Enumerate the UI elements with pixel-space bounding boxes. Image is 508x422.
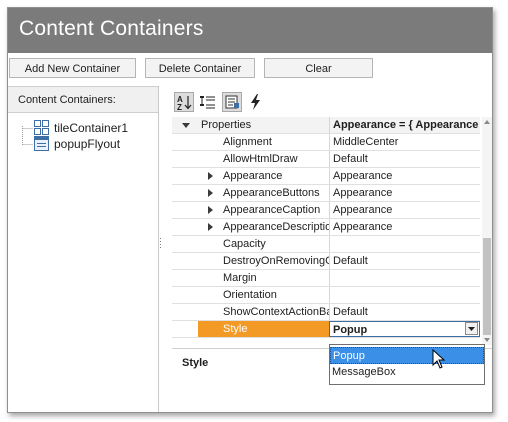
chevron-down-icon: [468, 327, 475, 331]
delete-container-button[interactable]: Delete Container: [145, 58, 255, 78]
title-bar: Content Containers: [8, 8, 492, 53]
row-gutter: [172, 134, 198, 150]
property-value[interactable]: Default: [329, 151, 480, 167]
property-value[interactable]: [329, 287, 480, 303]
header-gutter: [172, 117, 198, 133]
row-gutter: [172, 304, 198, 320]
property-row[interactable]: ShowContextActionBar Default: [172, 304, 480, 321]
events-icon[interactable]: [246, 92, 266, 112]
property-name: Capacity: [223, 238, 266, 250]
property-value[interactable]: MiddleCenter: [329, 134, 480, 150]
dropdown-button[interactable]: [465, 322, 478, 335]
splitter-grip[interactable]: [159, 238, 162, 250]
row-gutter: [172, 236, 198, 252]
app-window: Content Containers Add New Container Del…: [7, 7, 493, 413]
property-value[interactable]: Default: [329, 304, 480, 320]
top-toolbar: Add New Container Delete Container Clear: [8, 53, 492, 87]
property-row[interactable]: AllowHtmlDraw Default: [172, 151, 480, 168]
row-gutter: [172, 168, 198, 184]
property-grid-scrollbar[interactable]: [482, 117, 492, 345]
property-value[interactable]: Popup: [329, 321, 480, 337]
property-row[interactable]: Orientation: [172, 287, 480, 304]
tree-item-label: popupFlyout: [54, 137, 121, 151]
property-row[interactable]: Style Popup: [172, 321, 480, 338]
tree-item-label: tileContainer1: [54, 121, 129, 135]
property-row[interactable]: Appearance Appearance: [172, 168, 480, 185]
window-title: Content Containers: [19, 17, 204, 40]
row-gutter: [172, 270, 198, 286]
property-row[interactable]: AppearanceDescription Appearance: [172, 219, 480, 236]
property-grid-header: Properties Appearance = { Appearance: [172, 117, 480, 134]
scroll-down-icon[interactable]: [483, 337, 491, 343]
property-name: DestroyOnRemovingChildren: [223, 255, 330, 267]
scrollbar-thumb[interactable]: [483, 238, 491, 335]
tree-item-tilecontainer1[interactable]: tileContainer1: [34, 120, 144, 136]
row-gutter: [172, 321, 198, 337]
property-name: AppearanceButtons: [223, 187, 320, 199]
appearance-header-value: Appearance = { Appearance: [329, 117, 480, 133]
add-new-container-button[interactable]: Add New Container: [9, 58, 136, 78]
property-name: AppearanceCaption: [223, 204, 321, 216]
row-gutter: [172, 219, 198, 235]
properties-header: Properties: [201, 119, 252, 131]
property-row[interactable]: Alignment MiddleCenter: [172, 134, 480, 151]
property-value[interactable]: Appearance: [329, 202, 480, 218]
dropdown-option-messagebox[interactable]: MessageBox: [330, 364, 484, 381]
categorized-icon[interactable]: [198, 92, 218, 112]
collapse-arrow-icon[interactable]: [182, 123, 190, 128]
svg-text:Z: Z: [177, 103, 182, 111]
property-value[interactable]: Default: [329, 253, 480, 269]
tree-item-popupflyout[interactable]: popupFlyout: [34, 136, 144, 152]
style-dropdown-list: Popup MessageBox: [329, 344, 485, 385]
property-name: AppearanceDescription: [223, 221, 330, 233]
property-grid: Properties Appearance = { Appearance Ali…: [172, 117, 480, 345]
dropdown-option-popup[interactable]: Popup: [330, 347, 484, 364]
property-row[interactable]: Capacity: [172, 236, 480, 253]
property-row[interactable]: Margin: [172, 270, 480, 287]
property-value[interactable]: Appearance: [329, 219, 480, 235]
mouse-cursor-icon: [432, 349, 446, 369]
property-name: Appearance: [223, 170, 283, 182]
property-name: Alignment: [223, 136, 272, 148]
property-value[interactable]: [329, 236, 480, 252]
property-name: Orientation: [223, 289, 277, 301]
description-title: Style: [182, 357, 209, 369]
flyout-icon: [34, 136, 49, 151]
row-gutter: [172, 185, 198, 201]
property-row[interactable]: AppearanceButtons Appearance: [172, 185, 480, 202]
property-row[interactable]: DestroyOnRemovingChildrenDefault: [172, 253, 480, 270]
property-name: Margin: [223, 272, 257, 284]
row-gutter: [172, 202, 198, 218]
sort-alphabetical-icon[interactable]: A Z: [174, 92, 194, 112]
tile-container-icon: [34, 120, 49, 135]
property-name: Style: [198, 321, 330, 337]
scroll-up-icon[interactable]: [483, 119, 491, 125]
clear-button[interactable]: Clear: [264, 58, 373, 78]
property-value[interactable]: Appearance: [329, 168, 480, 184]
row-gutter: [172, 253, 198, 269]
property-name: ShowContextActionBar: [223, 306, 330, 318]
property-row[interactable]: AppearanceCaption Appearance: [172, 202, 480, 219]
row-gutter: [172, 287, 198, 303]
containers-panel: Content Containers: tileContainer1 popup…: [8, 86, 159, 412]
properties-icon[interactable]: [222, 92, 242, 112]
property-grid-toolbar: A Z: [172, 89, 492, 115]
property-value[interactable]: [329, 270, 480, 286]
row-gutter: [172, 151, 198, 167]
property-name: AllowHtmlDraw: [223, 153, 298, 165]
property-value[interactable]: Appearance: [329, 185, 480, 201]
